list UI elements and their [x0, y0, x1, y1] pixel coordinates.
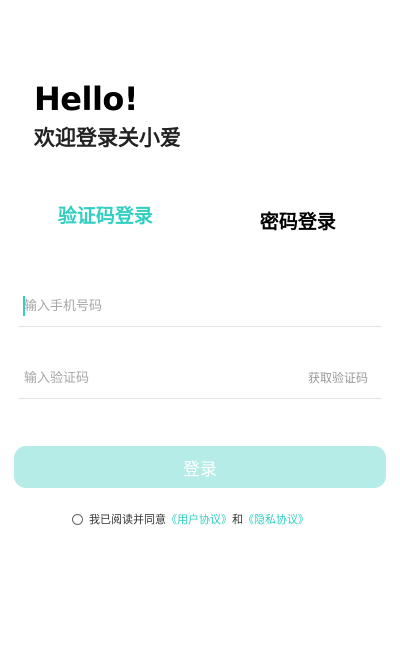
agreement-row: 我已阅读并同意 《用户协议》 和 《隐私协议》 — [72, 510, 309, 528]
agreement-prefix: 我已阅读并同意 — [89, 513, 166, 526]
login-button[interactable]: 登录 — [14, 446, 386, 488]
get-code-button[interactable]: 获取验证码 — [308, 369, 368, 386]
phone-input[interactable] — [24, 290, 284, 322]
user-agreement-link[interactable]: 《用户协议》 — [166, 511, 232, 527]
agreement-conjunction: 和 — [232, 513, 243, 526]
welcome-subtitle: 欢迎登录关小爱 — [34, 126, 181, 150]
greeting-title: Hello! — [34, 80, 139, 118]
verification-code-input[interactable] — [24, 362, 284, 394]
agreement-radio[interactable] — [72, 513, 83, 525]
code-field: 获取验证码 — [18, 358, 382, 399]
phone-field — [18, 286, 382, 327]
tab-sms-login[interactable]: 验证码登录 — [58, 202, 153, 230]
privacy-agreement-link[interactable]: 《隐私协议》 — [243, 511, 309, 527]
login-screen: Hello! 欢迎登录关小爱 验证码登录 密码登录 获取验证码 登录 我已阅读并… — [0, 0, 400, 661]
tab-password-login[interactable]: 密码登录 — [260, 208, 336, 236]
